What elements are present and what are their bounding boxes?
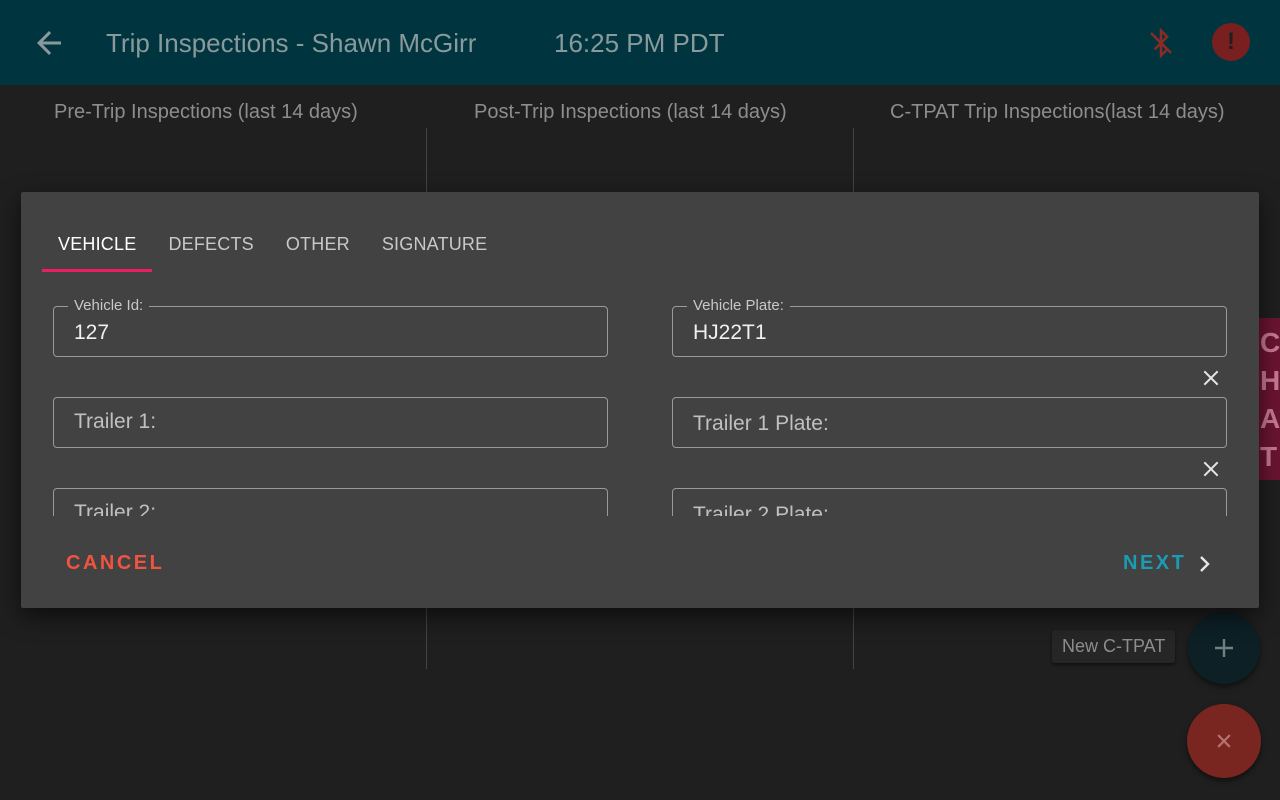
arrow-back-icon xyxy=(37,31,61,55)
vehicle-form[interactable]: Vehicle Id: 127 Vehicle Plate: HJ22T1 Tr… xyxy=(21,292,1259,516)
cancel-button[interactable]: CANCEL xyxy=(66,552,164,575)
page-title: Trip Inspections - Shawn McGirr xyxy=(106,28,477,58)
trailer2-placeholder: Trailer 2: xyxy=(74,501,157,516)
next-button[interactable]: NEXT xyxy=(1123,552,1212,575)
tab-defects[interactable]: DEFECTS xyxy=(152,216,269,272)
trailer2-field[interactable]: Trailer 2: xyxy=(53,488,608,516)
trailer1-plate-placeholder: Trailer 1 Plate: xyxy=(693,412,829,435)
new-ctpat-label[interactable]: New C-TPAT xyxy=(1052,630,1176,663)
ctpat-header: C-TPAT Trip Inspections(last 14 days) xyxy=(890,101,1225,123)
side-letter: C xyxy=(1260,327,1280,358)
new-ctpat-button[interactable] xyxy=(1188,612,1260,684)
dialog-tabs: VEHICLE DEFECTS OTHER SIGNATURE xyxy=(42,216,503,272)
tab-signature[interactable]: SIGNATURE xyxy=(366,216,503,272)
trailer1-plate-field[interactable]: Trailer 1 Plate: xyxy=(672,397,1227,448)
pre-trip-header: Pre-Trip Inspections (last 14 days) xyxy=(54,101,358,123)
current-time: 16:25 PM PDT xyxy=(554,28,725,58)
inspection-dialog: VEHICLE DEFECTS OTHER SIGNATURE Vehicle … xyxy=(21,192,1259,608)
tab-other[interactable]: OTHER xyxy=(270,216,366,272)
vehicle-id-value: 127 xyxy=(74,321,110,344)
close-icon xyxy=(1203,461,1219,477)
side-letter: H xyxy=(1260,365,1280,396)
trailer2-plate-field[interactable]: Trailer 2 Plate: xyxy=(672,488,1227,516)
plus-icon xyxy=(1215,639,1233,657)
tab-vehicle[interactable]: VEHICLE xyxy=(42,216,153,272)
vehicle-id-field[interactable]: Vehicle Id: 127 xyxy=(53,298,608,357)
vehicle-plate-value: HJ22T1 xyxy=(693,321,767,344)
trailer1-field[interactable]: Trailer 1: xyxy=(53,397,608,448)
side-card-edge: C H A T xyxy=(1258,318,1280,480)
chevron-right-icon xyxy=(1200,555,1211,572)
side-letter: T xyxy=(1260,441,1278,472)
next-label: NEXT xyxy=(1123,552,1187,574)
vehicle-plate-label: Vehicle Plate: xyxy=(687,298,790,314)
trailer1-placeholder: Trailer 1: xyxy=(74,410,157,433)
close-icon xyxy=(1203,370,1219,386)
trailer2-plate-placeholder: Trailer 2 Plate: xyxy=(693,503,829,516)
alert-icon[interactable]: ! xyxy=(1212,23,1250,61)
fab-close-button[interactable] xyxy=(1187,704,1261,778)
post-trip-header: Post-Trip Inspections (last 14 days) xyxy=(474,101,787,123)
clear-trailer2-plate-button[interactable] xyxy=(1198,456,1224,482)
back-button[interactable] xyxy=(28,22,70,64)
clear-trailer1-plate-button[interactable] xyxy=(1198,365,1224,391)
side-letter: A xyxy=(1260,403,1280,434)
close-icon xyxy=(1217,734,1231,748)
bluetooth-disabled-icon[interactable] xyxy=(1146,26,1176,60)
vehicle-plate-field[interactable]: Vehicle Plate: HJ22T1 xyxy=(672,298,1227,357)
vehicle-id-label: Vehicle Id: xyxy=(68,298,150,314)
app-root: Trip Inspections - Shawn McGirr 16:25 PM… xyxy=(0,0,1280,800)
app-bar: Trip Inspections - Shawn McGirr 16:25 PM… xyxy=(0,0,1280,85)
